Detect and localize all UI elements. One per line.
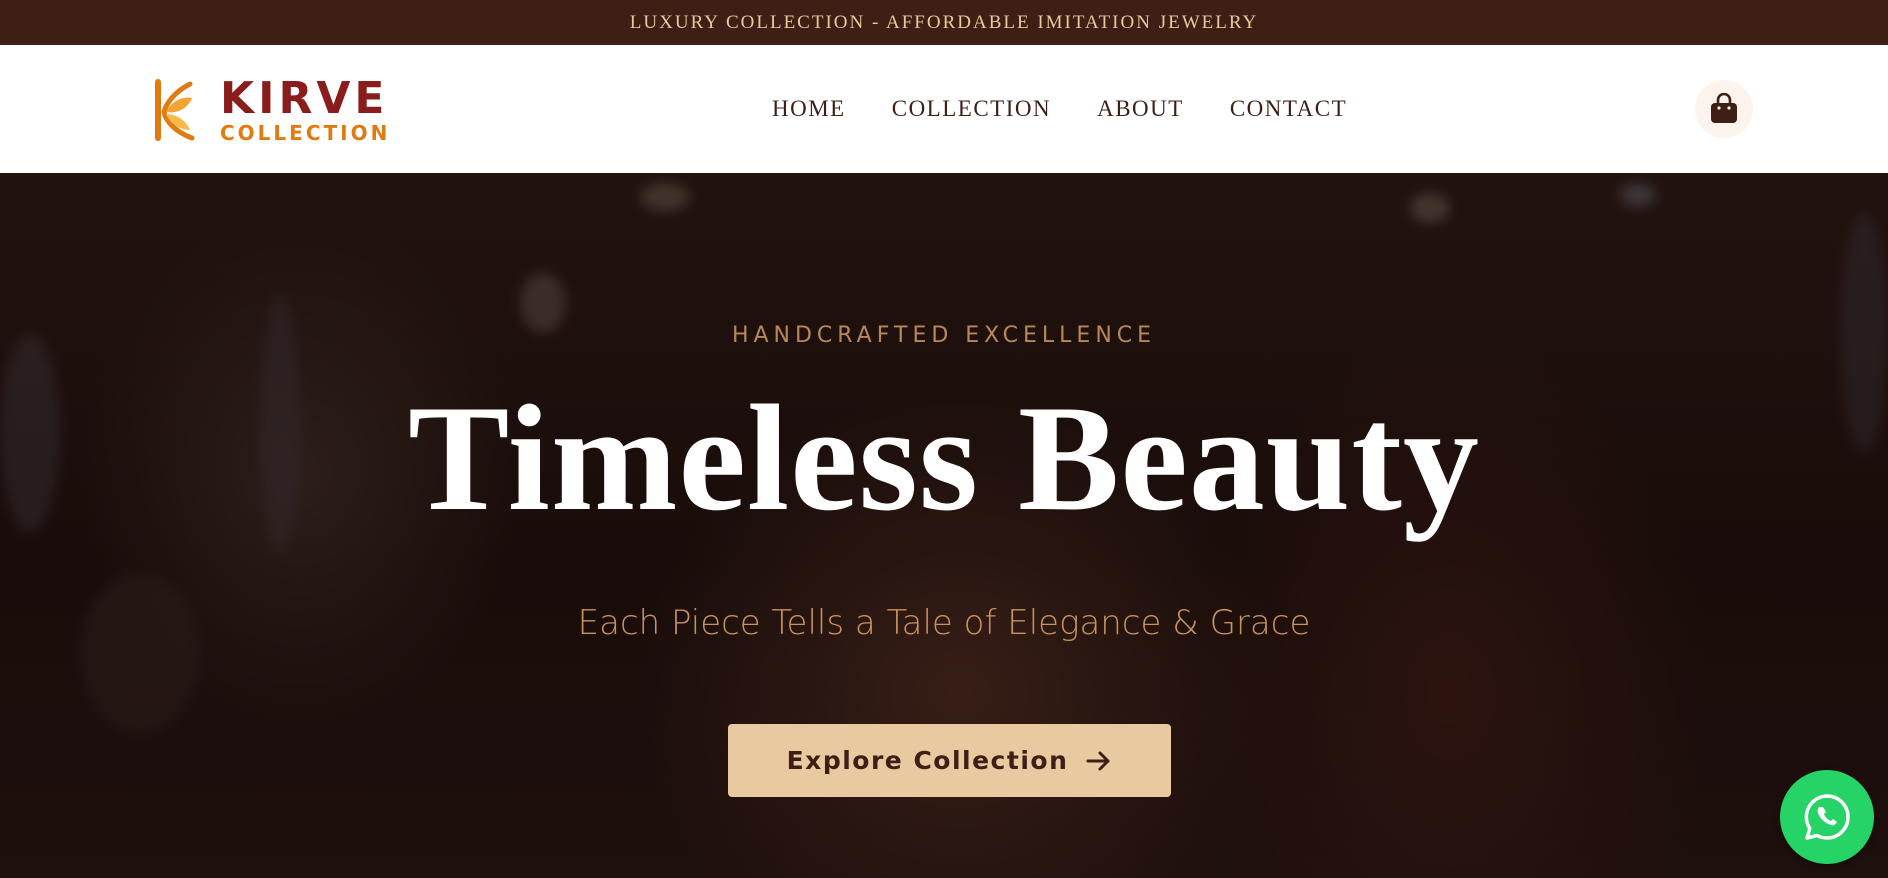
nav-collection-link[interactable]: COLLECTION [892, 96, 1051, 122]
brand-wordmark: KIRVE COLLECTION [220, 73, 391, 145]
brand-subtitle: COLLECTION [220, 121, 391, 145]
brand-mark-icon [155, 79, 195, 141]
hero-section: HANDCRAFTED EXCELLENCE Timeless Beauty E… [0, 173, 1888, 878]
site-header: KIRVE COLLECTION HOME COLLECTION ABOUT C… [0, 45, 1888, 173]
whatsapp-chat-button[interactable] [1780, 770, 1874, 864]
hero-eyebrow: HANDCRAFTED EXCELLENCE [731, 323, 1157, 348]
shopping-bag-icon [1711, 93, 1737, 123]
brand-logo[interactable]: KIRVE COLLECTION [152, 73, 391, 145]
nav-contact-link[interactable]: CONTACT [1230, 96, 1347, 122]
announcement-text: LUXURY COLLECTION - AFFORDABLE IMITATION… [629, 11, 1259, 33]
hero-title: Timeless Beauty [408, 374, 1480, 542]
nav-about-link[interactable]: ABOUT [1097, 96, 1184, 122]
cart-button[interactable] [1695, 80, 1753, 138]
announcement-bar: LUXURY COLLECTION - AFFORDABLE IMITATION… [0, 0, 1888, 45]
arrow-right-icon [1086, 751, 1110, 770]
hero-tagline: Each Piece Tells a Tale of Elegance & Gr… [577, 603, 1311, 643]
cta-label: Explore Collection [786, 746, 1069, 775]
nav-home-link[interactable]: HOME [772, 96, 846, 122]
brand-name: KIRVE [220, 73, 389, 124]
explore-collection-button[interactable]: Explore Collection [728, 724, 1171, 797]
main-nav: HOME COLLECTION ABOUT CONTACT [772, 45, 1347, 173]
whatsapp-icon [1804, 794, 1850, 840]
